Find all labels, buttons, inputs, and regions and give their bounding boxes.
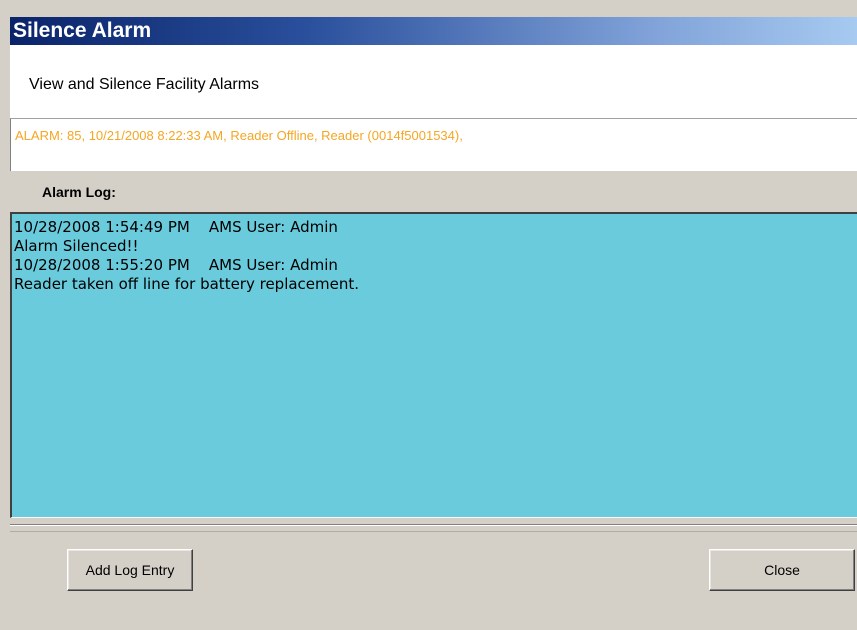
footer-divider (10, 531, 857, 532)
alarm-info-field: ALARM: 85, 10/21/2008 8:22:33 AM, Reader… (10, 118, 857, 171)
log-line: Reader taken off line for battery replac… (14, 275, 360, 293)
title-bar[interactable]: Silence Alarm (10, 17, 857, 45)
header-subtitle: View and Silence Facility Alarms (29, 76, 260, 93)
log-line: 10/28/2008 1:54:49 PM AMS User: Admin (14, 218, 338, 236)
close-button[interactable]: Close (709, 549, 855, 591)
add-log-entry-button[interactable]: Add Log Entry (67, 549, 193, 591)
log-line: 10/28/2008 1:55:20 PM AMS User: Admin (14, 256, 338, 274)
divider (10, 524, 857, 526)
alarm-log-label: Alarm Log: (42, 184, 116, 200)
header-panel: View and Silence Facility Alarms (10, 45, 857, 118)
alarm-log-textarea[interactable]: 10/28/2008 1:54:49 PM AMS User: Admin Al… (10, 212, 857, 518)
log-line: Alarm Silenced!! (14, 237, 139, 255)
window-title: Silence Alarm (13, 19, 152, 42)
alarm-text: ALARM: 85, 10/21/2008 8:22:33 AM, Reader… (15, 128, 463, 143)
